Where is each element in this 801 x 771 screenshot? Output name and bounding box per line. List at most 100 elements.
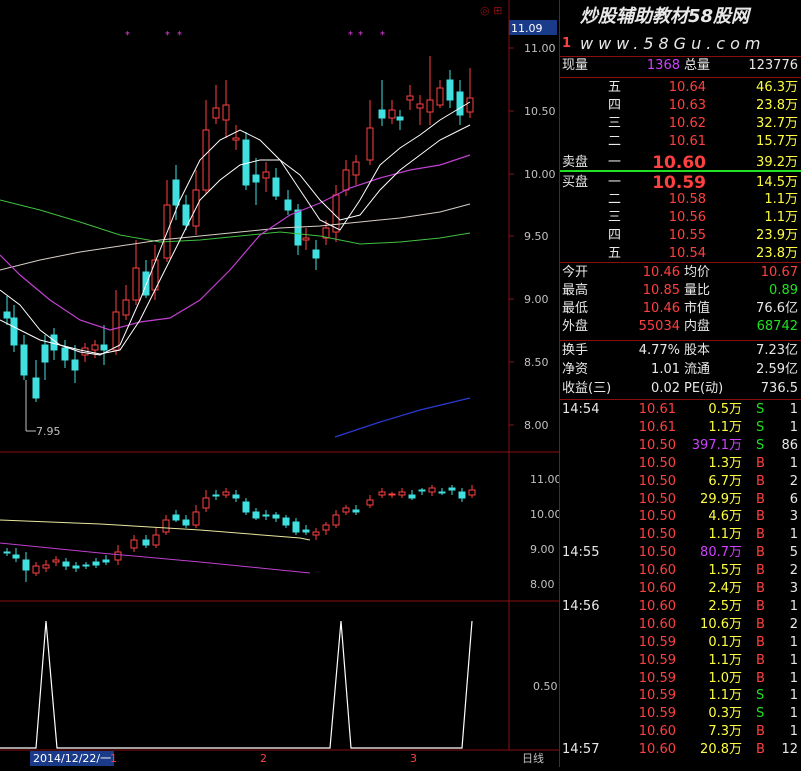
- bid-volume: 1.1万: [764, 192, 798, 207]
- candle-body: [398, 491, 406, 496]
- candle-body: [10, 317, 18, 346]
- bid-title: 买盘: [562, 175, 589, 190]
- bid-level-2: 二 10.58 1.1万: [608, 192, 798, 207]
- main-price-axis: 11.00 10.50 10.00 9.50 9.00 8.50 8.00: [524, 42, 556, 432]
- candle-body: [252, 511, 260, 519]
- candle-body: [252, 174, 260, 183]
- candle-body: [352, 509, 360, 513]
- tick-row[interactable]: 14:55 10.50 80.7万 B 5: [560, 544, 801, 562]
- candle-body: [408, 494, 416, 499]
- ask-level-4: 四 10.63 23.8万: [608, 98, 798, 113]
- tick-row[interactable]: 10.59 1.1万 B 1: [560, 652, 801, 670]
- signal-indicator-line: [0, 620, 473, 749]
- tick-row[interactable]: 10.50 1.3万 B 1: [560, 455, 801, 473]
- tick-row[interactable]: 10.61 1.1万 S 1: [560, 419, 801, 437]
- candle-body: [182, 204, 190, 226]
- candle-body: [222, 491, 230, 496]
- tick-row[interactable]: 10.60 7.3万 B 1: [560, 723, 801, 741]
- volume-row: 现量 1368 总量 123776: [562, 58, 798, 73]
- tick-row[interactable]: 10.50 1.1万 B 1: [560, 526, 801, 544]
- fund-row: 换手 4.77% 股本 7.23亿: [562, 343, 798, 358]
- candle-body: [302, 237, 310, 241]
- candle-body: [32, 565, 40, 574]
- candle-body: [292, 521, 300, 533]
- candle-body: [366, 499, 374, 506]
- candle-body: [22, 559, 30, 571]
- candle-body: [172, 179, 180, 206]
- tick-row[interactable]: 10.50 4.6万 B 3: [560, 508, 801, 526]
- bid-price: 10.59: [652, 173, 706, 193]
- candle-body: [41, 344, 49, 363]
- kline-chart-area[interactable]: * * * * * * 7.95 11.00 10.50 10.00 9.50 9.00…: [0, 0, 562, 767]
- candle-body: [212, 107, 220, 119]
- tick-row[interactable]: 10.50 6.7万 B 2: [560, 473, 801, 491]
- candle-body: [418, 489, 426, 492]
- svg-text:9.00: 9.00: [524, 293, 549, 306]
- period-selector[interactable]: 日线: [522, 751, 544, 766]
- candle-body: [61, 347, 69, 361]
- candle-body: [32, 377, 40, 399]
- moving-average-lines: [0, 101, 471, 438]
- kline-svg[interactable]: * * * * * * 7.95 11.00 10.50 10.00 9.50 9.00…: [0, 0, 562, 767]
- svg-text:*: *: [177, 30, 182, 41]
- candle-body: [62, 561, 70, 567]
- tick-row[interactable]: 10.60 2.4万 B 3: [560, 580, 801, 598]
- candle-body: [12, 554, 20, 559]
- site-url[interactable]: www.58Gu.com: [580, 33, 765, 55]
- svg-text:*: *: [348, 30, 353, 41]
- ask-price: 10.64: [668, 80, 706, 95]
- candle-body: [428, 487, 436, 493]
- candle-body: [212, 494, 220, 497]
- tick-row[interactable]: 10.50 29.9万 B 6: [560, 491, 801, 509]
- tick-row[interactable]: 14:57 10.60 20.8万 B 12: [560, 741, 801, 759]
- tick-row[interactable]: 10.60 1.5万 B 2: [560, 562, 801, 580]
- candle-body: [322, 524, 330, 531]
- candle-body: [114, 551, 122, 561]
- bid-volume: 23.8万: [756, 246, 798, 261]
- candle-body: [262, 514, 270, 517]
- candle-body: [122, 299, 130, 316]
- candle-body: [3, 311, 11, 319]
- svg-text:9.50: 9.50: [524, 230, 549, 243]
- tick-row[interactable]: 14:56 10.60 2.5万 B 1: [560, 598, 801, 616]
- candle-body: [102, 559, 110, 563]
- candle-body: [3, 551, 11, 554]
- tick-row[interactable]: 10.60 10.6万 B 2: [560, 616, 801, 634]
- ask-level-2: 二 10.61 15.7万: [608, 134, 798, 149]
- candle-body: [232, 494, 240, 499]
- time-axis-bar: 2014/12/22/一 1 2 3 日线: [0, 751, 559, 767]
- candle-body: [458, 491, 466, 499]
- candle-body: [446, 79, 454, 101]
- tick-row[interactable]: 10.59 0.1万 B 1: [560, 634, 801, 652]
- bid-volume: 14.5万: [756, 175, 798, 190]
- stat-row: 今开 10.46 均价 10.67: [562, 265, 798, 280]
- candle-body: [378, 491, 386, 496]
- candle-body: [71, 359, 79, 371]
- stat-row: 最低 10.46 市值 76.6亿: [562, 301, 798, 316]
- candle-body: [20, 344, 28, 376]
- chart-settings-icon[interactable]: ◎ ⊞: [480, 4, 502, 17]
- tick-row[interactable]: 10.59 1.0万 B 1: [560, 670, 801, 688]
- ask-level-5: 五 10.64 46.3万: [608, 80, 798, 95]
- ask-volume: 32.7万: [756, 116, 798, 131]
- bid-volume: 23.9万: [756, 228, 798, 243]
- svg-text:8.50: 8.50: [524, 356, 549, 369]
- candle-body: [100, 344, 108, 351]
- ask-volume: 46.3万: [756, 80, 798, 95]
- tick-row[interactable]: 10.59 1.1万 S 1: [560, 687, 801, 705]
- candle-body: [182, 519, 190, 526]
- candle-body: [282, 517, 290, 526]
- candle-body: [92, 561, 100, 566]
- bid-price: 10.54: [668, 246, 706, 261]
- candle-body: [312, 531, 320, 536]
- tick-row[interactable]: 10.59 0.3万 S 1: [560, 705, 801, 723]
- tick-row[interactable]: 10.50 397.1万 S 86: [560, 437, 801, 455]
- candle-body: [202, 497, 210, 509]
- candle-body: [352, 161, 360, 176]
- quote-panel: 炒股辅助教材58股网 1 www.58Gu.com 现量 1368 总量 123…: [559, 0, 801, 767]
- bid-level-3: 三 10.56 1.1万: [608, 210, 798, 225]
- candle-body: [232, 137, 240, 141]
- ask-price: 10.63: [668, 98, 706, 113]
- tick-row[interactable]: 14:54 10.61 0.5万 S 1: [560, 401, 801, 419]
- ask-level-3: 三 10.62 32.7万: [608, 116, 798, 131]
